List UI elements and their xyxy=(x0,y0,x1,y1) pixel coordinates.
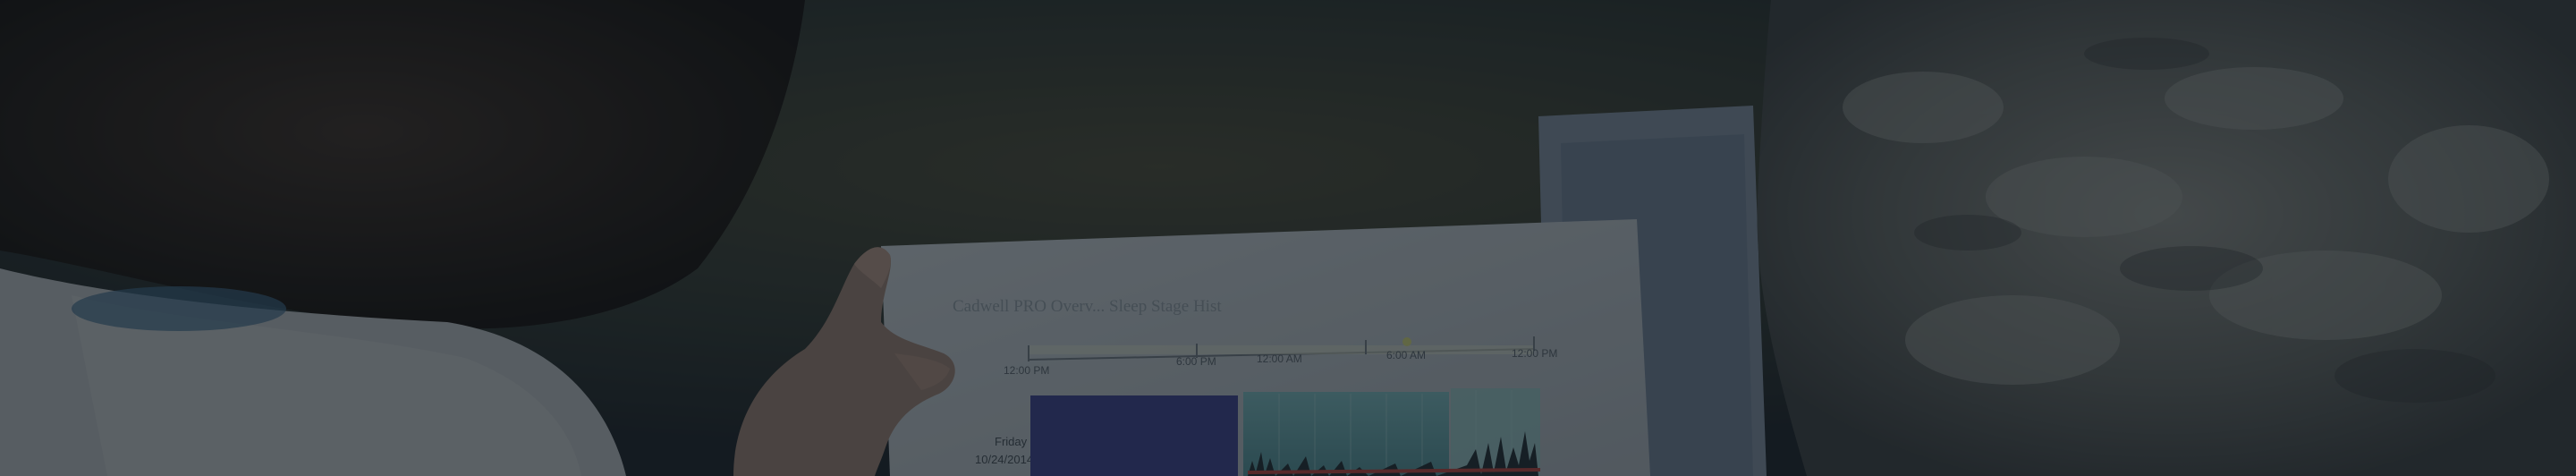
tick-label-1: 12:00 PM xyxy=(1004,364,1049,377)
report-title: Cadwell PRO Overv... Sleep Stage Hist xyxy=(953,297,1222,316)
tick-label-2: 6:00 PM xyxy=(1176,355,1216,368)
printed-report: Cadwell PRO Overv... Sleep Stage Hist 12… xyxy=(881,219,1650,476)
photo-illustration: Cadwell PRO Overv... Sleep Stage Hist 12… xyxy=(0,0,2576,476)
hero-photo: Cadwell PRO Overv... Sleep Stage Hist 12… xyxy=(0,0,2576,476)
tick-label-5: 12:00 PM xyxy=(1512,347,1557,360)
tick-label-4: 6:00 AM xyxy=(1386,349,1426,361)
right-person-hair xyxy=(1757,0,2576,476)
tick-label-3: 12:00 AM xyxy=(1257,353,1302,365)
row-label-day: Friday xyxy=(995,435,1028,448)
stage-block-blue xyxy=(1030,395,1238,476)
row-label-date: 10/24/2014 xyxy=(975,453,1033,466)
stage-block-teal xyxy=(1243,392,1449,476)
